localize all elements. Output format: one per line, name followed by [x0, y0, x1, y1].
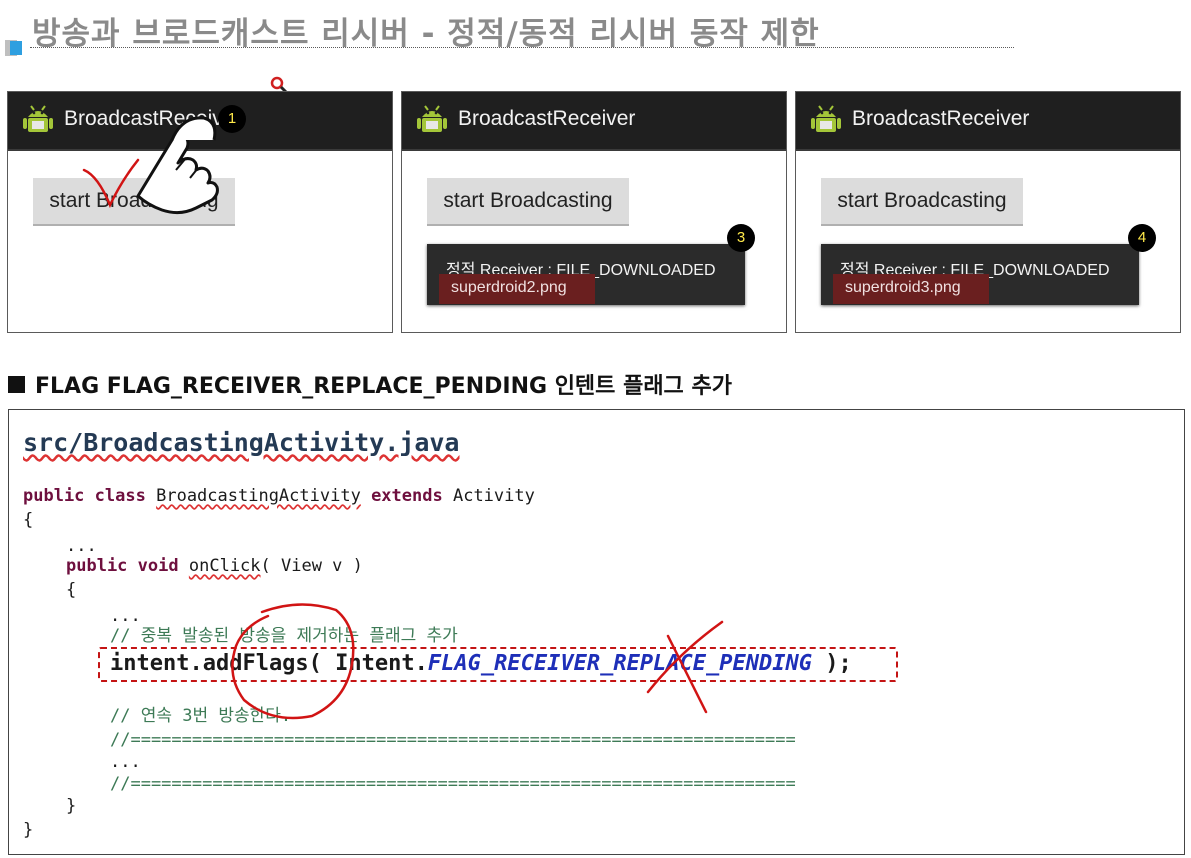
phone-screen-2: BroadcastReceiver start Broadcasting 정적 … — [401, 91, 787, 333]
code-line: { — [66, 580, 77, 600]
toast-message: 정적 Receiver : FILE_DOWNLOADED superdroid… — [821, 244, 1139, 305]
code-line: } — [23, 820, 34, 840]
app-title: BroadcastReceiver — [852, 107, 1030, 130]
title-divider — [30, 47, 1014, 48]
code-comment: // 중복 발송된 방송을 제거하는 플래그 추가 — [110, 626, 458, 646]
android-icon — [811, 105, 841, 132]
start-broadcasting-button[interactable]: start Broadcasting — [427, 178, 629, 226]
code-comment: // 연속 3번 방송한다. — [110, 706, 292, 726]
code-line: public class BroadcastingActivity extend… — [23, 486, 535, 506]
android-icon — [23, 105, 53, 132]
phone-screen-3: BroadcastReceiver start Broadcasting 정적 … — [795, 91, 1181, 333]
title-marker-accent — [10, 41, 22, 55]
highlight-box — [98, 647, 898, 682]
app-title: BroadcastReceiver — [458, 107, 636, 130]
code-line: } — [66, 796, 77, 816]
code-line: ... — [66, 536, 97, 556]
step-badge: 1 — [218, 105, 246, 133]
toast-message: 정적 Receiver : FILE_DOWNLOADED superdroid… — [427, 244, 745, 305]
start-broadcasting-button[interactable]: start Broadcasting — [33, 178, 235, 226]
bullet-square — [8, 376, 25, 393]
app-title: BroadcastReceiver — [64, 107, 242, 130]
toast-filename: superdroid2.png — [439, 274, 595, 304]
code-comment: //======================================… — [110, 730, 796, 750]
section-heading-text: FLAG FLAG_RECEIVER_REPLACE_PENDING 인텐트 플… — [35, 374, 732, 399]
android-icon — [417, 105, 447, 132]
step-badge: 4 — [1128, 224, 1156, 252]
step-badge: 3 — [727, 224, 755, 252]
code-line: ... — [110, 606, 141, 626]
code-line: public void onClick( View v ) — [66, 556, 363, 576]
section-heading: FLAG FLAG_RECEIVER_REPLACE_PENDING 인텐트 플… — [8, 368, 732, 400]
phone-screen-1: BroadcastReceiver start Broadcasting 1 — [7, 91, 393, 333]
code-comment: //======================================… — [110, 774, 796, 794]
code-line: { — [23, 510, 34, 530]
code-filename: src/BroadcastingActivity.java — [23, 428, 460, 457]
toast-filename: superdroid3.png — [833, 274, 989, 304]
start-broadcasting-button[interactable]: start Broadcasting — [821, 178, 1023, 226]
code-line: ... — [110, 752, 141, 772]
